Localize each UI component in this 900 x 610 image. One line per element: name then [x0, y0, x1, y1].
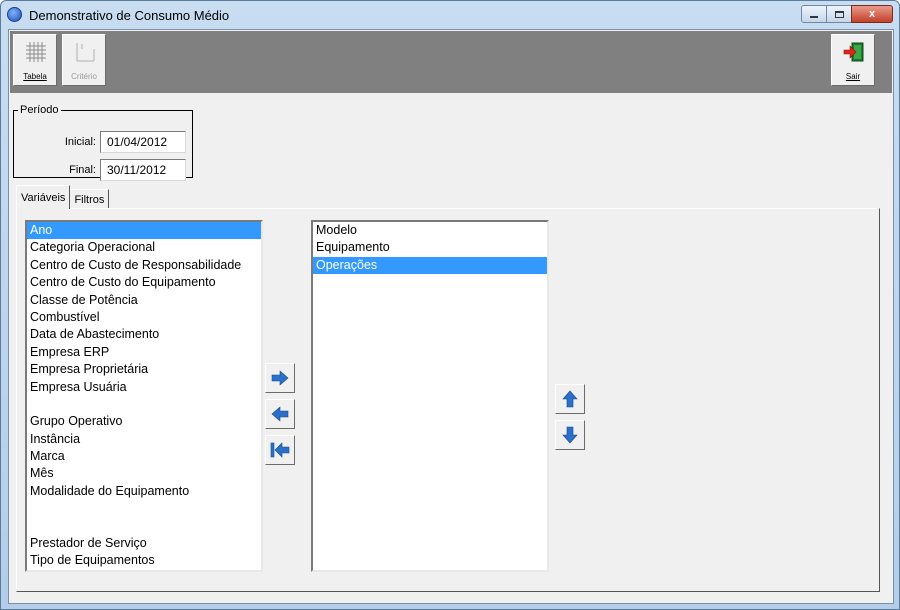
- remove-all-button[interactable]: [265, 435, 295, 465]
- tab-filtros[interactable]: Filtros: [69, 189, 110, 209]
- remove-button[interactable]: [265, 399, 295, 429]
- list-item: [27, 500, 261, 517]
- list-item[interactable]: Empresa Proprietária: [27, 361, 261, 378]
- arrow-up-icon: [562, 390, 578, 408]
- final-date-input[interactable]: 30/11/2012: [100, 159, 186, 181]
- sair-button[interactable]: Sair: [831, 34, 875, 86]
- client-area: Tabela Critério Sair Período Inicial: 01…: [8, 29, 894, 604]
- list-item[interactable]: Empresa ERP: [27, 344, 261, 361]
- app-icon: [7, 7, 22, 22]
- add-button[interactable]: [265, 363, 295, 393]
- list-item[interactable]: Operações: [313, 256, 547, 275]
- maximize-button[interactable]: [826, 5, 852, 23]
- variaveis-panel: Ano Categoria Operacional Centro de Custo …: [16, 208, 880, 592]
- list-item[interactable]: Mês: [27, 465, 261, 482]
- exit-door-icon: [843, 42, 864, 62]
- move-down-button[interactable]: [555, 420, 585, 450]
- list-item[interactable]: Grupo Operativo: [27, 413, 261, 430]
- selected-variables-list[interactable]: Modelo Equipamento Operações: [311, 220, 549, 572]
- criterio-label: Critério: [71, 72, 97, 81]
- list-item[interactable]: Modelo: [313, 222, 547, 239]
- tabela-label: Tabela: [23, 72, 47, 81]
- list-item[interactable]: Tipo de Equipamentos: [27, 552, 261, 569]
- tab-variaveis[interactable]: Variáveis: [16, 185, 71, 209]
- list-item[interactable]: Combustível: [27, 309, 261, 326]
- list-item[interactable]: Prestador de Serviço: [27, 535, 261, 552]
- list-item[interactable]: Categoria Operacional: [27, 239, 261, 256]
- periodo-group: Período Inicial: 01/04/2012 Final: 30/11…: [13, 104, 193, 181]
- list-item[interactable]: Ano: [27, 222, 261, 240]
- list-item[interactable]: Classe de Potência: [27, 292, 261, 309]
- arrow-left-bar-icon: [270, 442, 290, 458]
- arrow-left-icon: [271, 406, 289, 422]
- list-item: [27, 396, 261, 413]
- grid-icon: [26, 42, 46, 62]
- criteria-icon: [76, 43, 95, 62]
- list-item[interactable]: Marca: [27, 448, 261, 465]
- minimize-icon: [810, 16, 818, 18]
- periodo-legend: Período: [20, 104, 59, 116]
- inicial-label: Inicial:: [64, 136, 96, 148]
- toolbar: Tabela Critério Sair: [10, 31, 892, 93]
- list-item: [27, 518, 261, 535]
- inicial-date-input[interactable]: 01/04/2012: [100, 131, 186, 153]
- arrow-right-icon: [271, 370, 289, 386]
- move-up-button[interactable]: [555, 384, 585, 414]
- list-item[interactable]: Data de Abastecimento: [27, 326, 261, 343]
- minimize-button[interactable]: [801, 5, 827, 23]
- list-item[interactable]: Centro de Custo de Responsabilidade: [27, 257, 261, 274]
- list-item[interactable]: Equipamento: [313, 239, 547, 256]
- arrow-down-icon: [562, 426, 578, 444]
- close-icon: x: [868, 8, 876, 20]
- close-button[interactable]: x: [851, 5, 893, 23]
- final-label: Final:: [69, 164, 96, 176]
- tab-strip: Variáveis Filtros: [16, 185, 110, 209]
- window-controls: x: [801, 5, 893, 23]
- list-item[interactable]: Modalidade do Equipamento: [27, 483, 261, 500]
- list-item[interactable]: Centro de Custo do Equipamento: [27, 274, 261, 291]
- main-window: Demonstrativo de Consumo Médio x Tabela: [0, 0, 900, 610]
- sair-label: Sair: [845, 72, 861, 81]
- available-variables-list[interactable]: Ano Categoria Operacional Centro de Custo …: [25, 220, 263, 572]
- maximize-icon: [834, 10, 844, 18]
- criterio-button[interactable]: Critério: [62, 34, 106, 86]
- window-title: Demonstrativo de Consumo Médio: [29, 8, 230, 23]
- list-item[interactable]: Instância: [27, 431, 261, 448]
- tabela-button[interactable]: Tabela: [13, 34, 57, 86]
- title-bar[interactable]: Demonstrativo de Consumo Médio x: [1, 1, 899, 29]
- list-item[interactable]: Empresa Usuária: [27, 379, 261, 396]
